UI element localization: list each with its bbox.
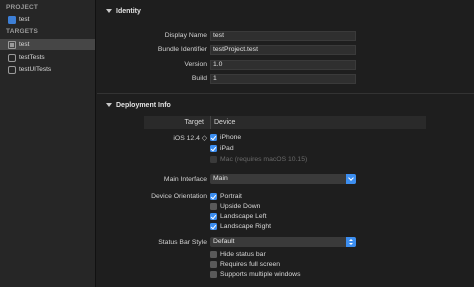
chevron-down-icon[interactable]: [346, 174, 356, 184]
hide-status-bar-checkbox[interactable]: [210, 251, 217, 258]
landscape-right-label: Landscape Right: [220, 223, 272, 230]
sidebar: PROJECT test TARGETS test testTests test…: [0, 0, 96, 287]
sidebar-item-label: testTests: [19, 54, 45, 61]
requires-full-screen-checkbox[interactable]: [210, 261, 217, 268]
landscape-left-label: Landscape Left: [220, 213, 267, 220]
status-bar-style-popup[interactable]: Default: [210, 237, 356, 247]
bundle-identifier-label: Bundle Identifier: [157, 46, 207, 53]
sidebar-item-label: testUITests: [19, 66, 52, 73]
portrait-checkbox[interactable]: [210, 193, 217, 200]
test-bundle-icon: [8, 53, 16, 62]
build-label: Build: [191, 75, 207, 82]
sidebar-item-project[interactable]: test: [0, 14, 95, 25]
ipad-label: iPad: [220, 145, 234, 152]
disclosure-triangle-icon: [106, 9, 112, 14]
project-header: PROJECT: [6, 4, 39, 11]
build-field[interactable]: 1: [210, 74, 356, 84]
test-bundle-icon: [8, 65, 16, 74]
ios-version-popup[interactable]: iOS 12.4 ◇: [97, 134, 207, 142]
deployment-section-toggle[interactable]: Deployment Info: [106, 102, 171, 109]
hide-status-bar-label: Hide status bar: [220, 251, 266, 258]
main-interface-value: Main: [213, 175, 228, 182]
bundle-identifier-field[interactable]: testProject.test: [210, 45, 356, 55]
display-name-label: Display Name: [164, 32, 207, 39]
main-interface-combo[interactable]: Main: [210, 174, 356, 184]
landscape-right-checkbox[interactable]: [210, 223, 217, 230]
main-interface-label: Main Interface: [163, 176, 207, 183]
target-column-header: Target: [184, 119, 204, 126]
upside-down-label: Upside Down: [220, 203, 261, 210]
deployment-title: Deployment Info: [116, 102, 171, 109]
sidebar-item-target-testTests[interactable]: testTests: [0, 52, 95, 63]
column-separator: [210, 116, 211, 129]
mac-label: Mac (requires macOS 10.15): [220, 156, 308, 163]
app-target-icon: [8, 40, 16, 49]
ipad-checkbox[interactable]: [210, 145, 217, 152]
sidebar-item-target-test[interactable]: test: [0, 39, 95, 50]
device-column-header: Device: [214, 119, 236, 126]
disclosure-triangle-icon: [106, 103, 112, 108]
general-settings-pane: Identity Display Name test Bundle Identi…: [97, 0, 474, 287]
landscape-left-checkbox[interactable]: [210, 213, 217, 220]
display-name-field[interactable]: test: [210, 31, 356, 41]
upside-down-checkbox[interactable]: [210, 203, 217, 210]
deployment-table-header: Target Device: [144, 116, 426, 129]
status-bar-style-value: Default: [213, 238, 235, 245]
targets-header: TARGETS: [6, 28, 38, 35]
sidebar-item-label: test: [19, 16, 30, 23]
up-down-chevron-icon[interactable]: [346, 237, 356, 247]
mac-checkbox[interactable]: [210, 156, 217, 163]
device-orientation-label: Device Orientation: [151, 193, 207, 200]
identity-title: Identity: [116, 8, 141, 15]
iphone-label: iPhone: [220, 134, 242, 141]
project-icon: [8, 15, 16, 24]
sidebar-item-target-testUITests[interactable]: testUITests: [0, 64, 95, 75]
sidebar-item-label: test: [19, 41, 30, 48]
supports-multiple-windows-label: Supports multiple windows: [220, 271, 301, 278]
section-divider: [97, 93, 474, 94]
version-label: Version: [184, 61, 207, 68]
status-bar-style-label: Status Bar Style: [158, 239, 207, 246]
requires-full-screen-label: Requires full screen: [220, 261, 281, 268]
portrait-label: Portrait: [220, 193, 242, 200]
version-field[interactable]: 1.0: [210, 60, 356, 70]
identity-section-toggle[interactable]: Identity: [106, 8, 141, 15]
supports-multiple-windows-checkbox[interactable]: [210, 271, 217, 278]
iphone-checkbox[interactable]: [210, 134, 217, 141]
